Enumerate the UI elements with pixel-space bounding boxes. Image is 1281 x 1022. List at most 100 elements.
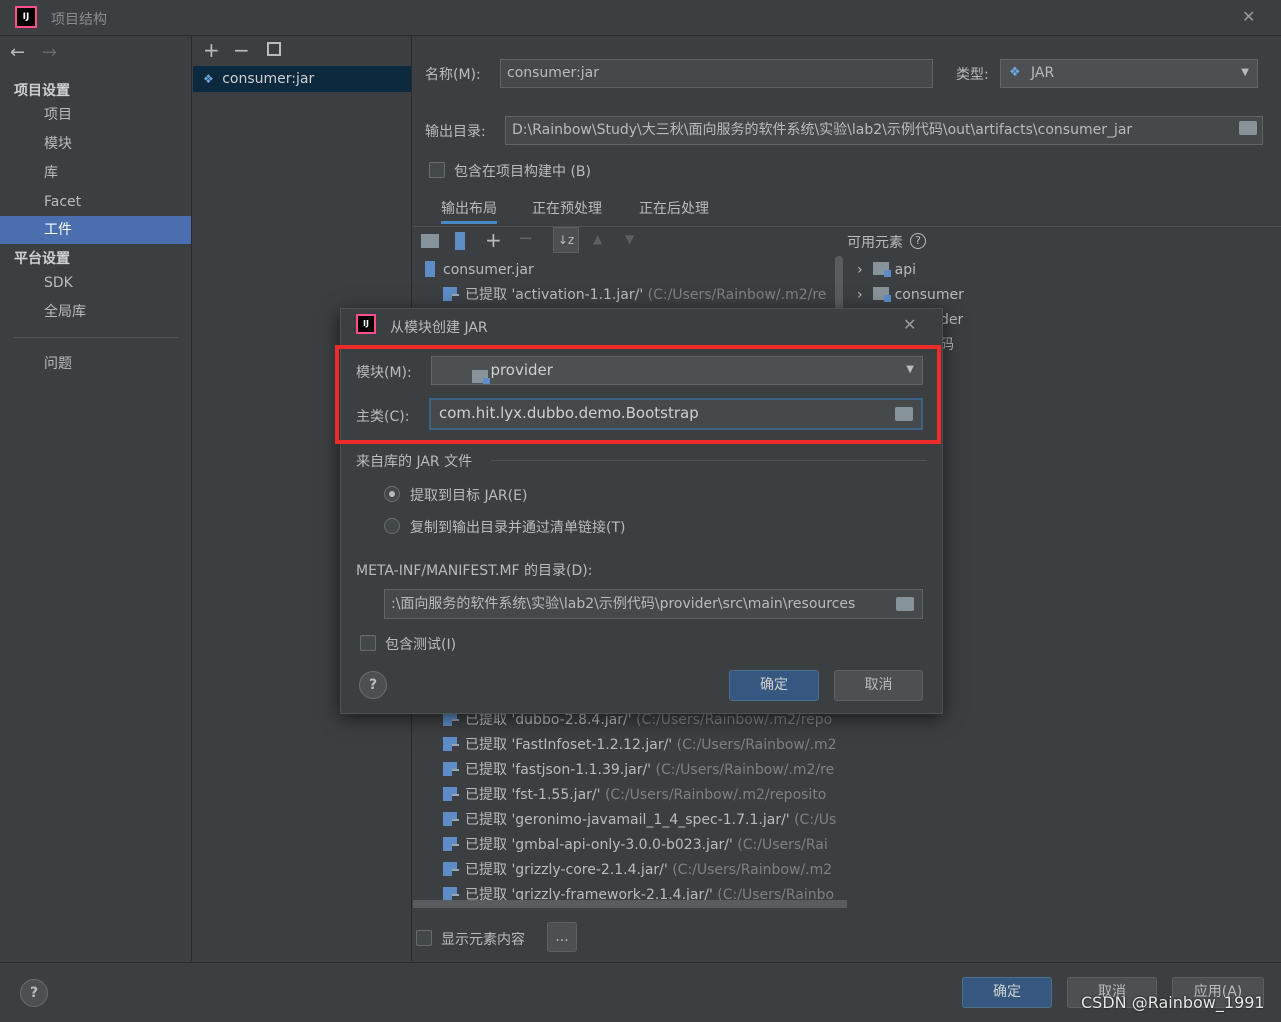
tree-root-label: consumer.jar (443, 262, 534, 278)
chevron-right-icon: › (857, 287, 863, 303)
show-content-label: 显示元素内容 (441, 932, 525, 948)
move-down-icon[interactable]: ▼ (625, 232, 634, 246)
new-directory-icon[interactable] (421, 234, 439, 248)
tree-row[interactable]: 已提取 'activation-1.1.jar/' (C:/Users/Rain… (443, 283, 847, 308)
section-divider (491, 460, 927, 461)
ok-button[interactable]: 确定 (962, 977, 1052, 1008)
sort-icon[interactable]: ↓z (553, 227, 579, 253)
copy-icon[interactable] (267, 42, 281, 56)
available-item-label: api (894, 262, 916, 278)
remove-icon[interactable]: − (233, 38, 250, 62)
tree-row[interactable]: 已提取 'FastInfoset-1.2.12.jar/' (C:/Users/… (443, 733, 847, 758)
available-item-label: consumer (894, 287, 964, 303)
nav-item-sdk[interactable]: SDK (0, 269, 191, 297)
tree-row[interactable]: 已提取 'fst-1.55.jar/' (C:/Users/Rainbow/.m… (443, 783, 847, 808)
tree-row-path: (C:/Users/Rainbow/.m2 (672, 862, 833, 878)
manifest-dir-field[interactable]: :\面向服务的软件系统\实验\lab2\示例代码\provider\src\ma… (384, 589, 923, 619)
move-up-icon[interactable]: ▲ (593, 232, 602, 246)
tree-row-path: (C:/Users/Rainbow/.m2/repo (636, 712, 833, 728)
tree-row-path: (C:/Users/Rainbow/.m2/re (647, 287, 827, 303)
available-elements-label: 可用元素 (847, 235, 903, 251)
back-icon[interactable]: ← (10, 42, 25, 63)
intellij-logo-icon: IJ (15, 6, 37, 28)
add-icon[interactable]: + (203, 38, 220, 62)
nav-item-problems[interactable]: 问题 (0, 350, 191, 378)
remove-element-icon[interactable]: − (518, 228, 533, 249)
forward-icon[interactable]: → (42, 42, 57, 63)
help-button[interactable]: ? (20, 979, 48, 1007)
extracted-jar-icon (443, 762, 459, 778)
show-content-options-button[interactable]: ... (547, 922, 577, 952)
artifact-jar-icon: ❖ (203, 72, 214, 86)
type-select[interactable]: ❖ JAR ▼ (1000, 59, 1258, 88)
extract-option-label: 提取到目标 JAR(E) (410, 488, 528, 504)
title-bar: IJ 项目结构 ✕ (0, 0, 1281, 36)
extracted-jar-icon (443, 737, 459, 753)
artifact-item-label: consumer:jar (222, 71, 315, 87)
copy-option-label: 复制到输出目录并通过清单链接(T) (410, 520, 626, 536)
tree-scrollbar[interactable] (835, 256, 843, 310)
dialog-ok-button[interactable]: 确定 (729, 670, 819, 701)
extracted-jar-icon (443, 862, 459, 878)
name-field[interactable]: consumer:jar (500, 59, 933, 88)
available-item-consumer[interactable]: › consumer (857, 283, 1027, 308)
module-folder-icon (872, 287, 891, 302)
tab-postprocessing[interactable]: 正在后处理 (639, 194, 709, 224)
manifest-dir-value: :\面向服务的软件系统\实验\lab2\示例代码\provider\src\ma… (391, 596, 856, 612)
dialog-title: 从模块创建 JAR (390, 320, 488, 336)
include-build-checkbox[interactable] (429, 162, 445, 178)
chevron-right-icon: › (857, 262, 863, 278)
nav-item-libraries[interactable]: 库 (0, 159, 191, 187)
name-label: 名称(M): (425, 67, 481, 83)
tab-divider (413, 226, 1281, 227)
include-tests-label: 包含测试(I) (385, 637, 457, 653)
artifact-item[interactable]: ❖ consumer:jar (193, 66, 411, 92)
type-select-value: JAR (1031, 65, 1055, 81)
extracted-jar-icon (443, 787, 459, 803)
tree-row-path: (C:/Users/Rainbow/.m2/reposito (604, 787, 827, 803)
tree-row[interactable]: 已提取 'grizzly-core-2.1.4.jar/' (C:/Users/… (443, 858, 847, 883)
create-archive-icon[interactable] (455, 232, 465, 250)
tree-horizontal-scrollbar[interactable] (413, 900, 847, 908)
tree-root-row[interactable]: consumer.jar (425, 258, 534, 283)
copy-radio[interactable] (384, 518, 400, 534)
tree-row[interactable]: 已提取 'geronimo-javamail_1_4_spec-1.7.1.ja… (443, 808, 847, 833)
include-tests-checkbox[interactable] (360, 635, 376, 651)
add-copy-icon[interactable]: + (485, 228, 502, 252)
tree-row-name: 已提取 'fastjson-1.1.39.jar/' (465, 762, 652, 778)
include-build-label: 包含在项目构建中 (B) (454, 164, 591, 180)
nav-item-global-libs[interactable]: 全局库 (0, 298, 191, 326)
dialog-help-button[interactable]: ? (359, 671, 387, 699)
dialog-close-icon[interactable]: ✕ (903, 315, 916, 334)
tree-row-path: (C:/Users/Rainbow/.m2 (676, 737, 837, 753)
close-icon[interactable]: ✕ (1242, 7, 1255, 26)
tab-preprocessing[interactable]: 正在预处理 (532, 194, 602, 224)
tree-row[interactable]: 已提取 'gmbal-api-only-3.0.0-b023.jar/' (C:… (443, 833, 847, 858)
nav-item-facets[interactable]: Facet (0, 188, 191, 216)
nav-project-settings-header: 项目设置 (14, 83, 70, 99)
available-item-api[interactable]: › api (857, 258, 1027, 283)
nav-platform-settings-header: 平台设置 (14, 251, 70, 267)
dialog-logo-icon: IJ (356, 314, 376, 334)
tab-output-layout[interactable]: 输出布局 (441, 194, 497, 224)
nav-item-artifacts[interactable]: 工件 (0, 216, 191, 244)
browse-folder-icon[interactable] (1239, 121, 1257, 135)
manifest-label: META-INF/MANIFEST.MF 的目录(D): (356, 563, 593, 579)
chevron-down-icon: ▼ (1241, 67, 1249, 78)
available-item-partial[interactable]: der (940, 308, 963, 333)
dialog-cancel-button[interactable]: 取消 (834, 670, 923, 701)
tree-row-name: 已提取 'geronimo-javamail_1_4_spec-1.7.1.ja… (465, 812, 790, 828)
extracted-jar-icon (443, 287, 459, 303)
nav-divider (14, 337, 178, 338)
browse-folder-icon[interactable] (896, 597, 914, 611)
nav-item-project[interactable]: 项目 (0, 101, 191, 129)
lib-section-label: 来自库的 JAR 文件 (356, 454, 473, 470)
extract-radio[interactable] (384, 486, 400, 502)
help-circle-icon[interactable]: ? (910, 233, 926, 249)
extracted-jar-icon (443, 712, 459, 728)
output-dir-field[interactable]: D:\Rainbow\Study\大三秋\面向服务的软件系统\实验\lab2\示… (505, 116, 1263, 145)
nav-item-modules[interactable]: 模块 (0, 130, 191, 158)
jar-file-icon (425, 261, 435, 277)
tree-row[interactable]: 已提取 'fastjson-1.1.39.jar/' (C:/Users/Rai… (443, 758, 847, 783)
show-content-checkbox[interactable] (416, 930, 432, 946)
